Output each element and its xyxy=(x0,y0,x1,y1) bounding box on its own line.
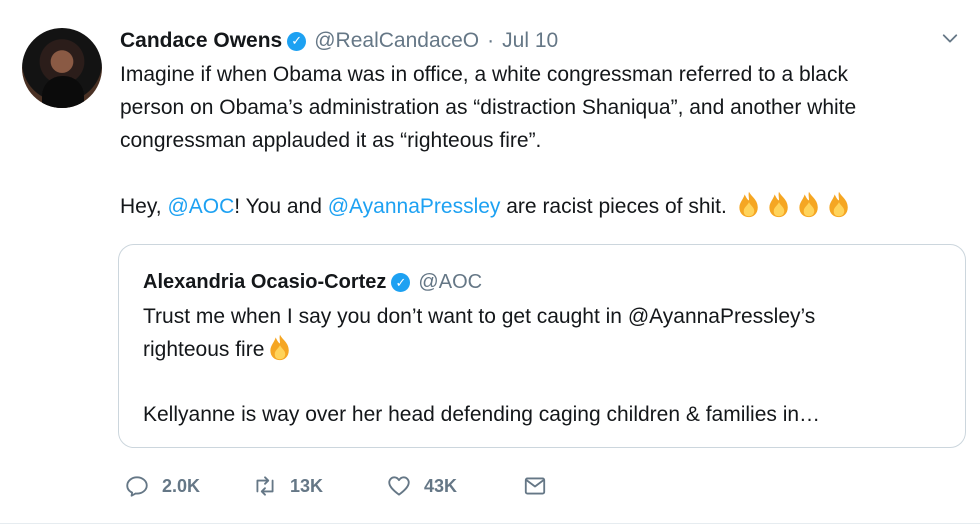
author-name[interactable]: Candace Owens xyxy=(120,29,282,53)
fire-emoji-icon xyxy=(739,191,758,218)
retweet-icon xyxy=(256,476,274,496)
quoted-text: Trust me when I say you don’t want to ge… xyxy=(143,301,943,431)
quoted-header: Alexandria Ocasio-Cortez ✓ @AOC xyxy=(143,271,482,294)
retweet-count: 13K xyxy=(290,475,324,496)
chevron-down-icon[interactable] xyxy=(941,29,959,47)
reply-icon xyxy=(126,476,148,497)
header-separator: · xyxy=(487,29,495,52)
tweet-date[interactable]: Jul 10 xyxy=(502,29,558,53)
quoted-line: Kellyanne is way over her head defending… xyxy=(143,403,821,426)
tweet-line: Hey, @AOC! You and @AyannaPressley are r… xyxy=(120,190,960,223)
fire-emoji-icon xyxy=(799,191,818,218)
author-avatar[interactable] xyxy=(22,28,102,108)
like-button[interactable]: 43K xyxy=(386,473,522,499)
retweet-button[interactable]: 13K xyxy=(252,473,386,499)
mention-ayanna-link[interactable]: @AyannaPressley xyxy=(328,195,501,218)
quoted-handle: @AOC xyxy=(418,271,483,293)
verified-icon: ✓ xyxy=(287,31,307,51)
tweet-line: congressman applauded it as “righteous f… xyxy=(120,129,542,152)
you-and-text: ! You and xyxy=(234,195,328,218)
fire-emoji-icon xyxy=(270,334,290,361)
tweet-header: Candace Owens ✓ @RealCandaceO · Jul 10 xyxy=(120,28,558,54)
direct-message-button[interactable] xyxy=(522,473,548,499)
quoted-author-name: Alexandria Ocasio-Cortez xyxy=(143,271,387,293)
tweet-card[interactable]: Candace Owens ✓ @RealCandaceO · Jul 10 I… xyxy=(0,0,980,524)
verified-icon: ✓ xyxy=(391,273,411,292)
closing-text: are racist pieces of shit. xyxy=(500,195,727,218)
quoted-line-text: righteous fire xyxy=(143,338,265,361)
tweet-actions: 2.0K 13K 43K xyxy=(124,470,548,502)
tweet-line: Imagine if when Obama was in office, a w… xyxy=(120,63,848,86)
envelope-icon xyxy=(524,477,546,495)
hey-text: Hey, xyxy=(120,195,168,218)
quoted-line: Trust me when I say you don’t want to ge… xyxy=(143,305,816,328)
tweet-text: Imagine if when Obama was in office, a w… xyxy=(120,58,960,223)
like-count: 43K xyxy=(424,475,458,496)
heart-icon xyxy=(388,476,410,496)
author-handle[interactable]: @RealCandaceO xyxy=(314,29,479,53)
reply-count: 2.0K xyxy=(162,475,201,496)
quoted-tweet[interactable]: Alexandria Ocasio-Cortez ✓ @AOC Trust me… xyxy=(118,244,966,448)
fire-emoji-icon xyxy=(829,191,848,218)
fire-emoji-icon xyxy=(769,191,788,218)
mention-aoc-link[interactable]: @AOC xyxy=(167,195,234,218)
reply-button[interactable]: 2.0K xyxy=(124,473,252,499)
quoted-line: righteous fire xyxy=(143,333,943,366)
tweet-line: person on Obama’s administration as “dis… xyxy=(120,96,857,119)
